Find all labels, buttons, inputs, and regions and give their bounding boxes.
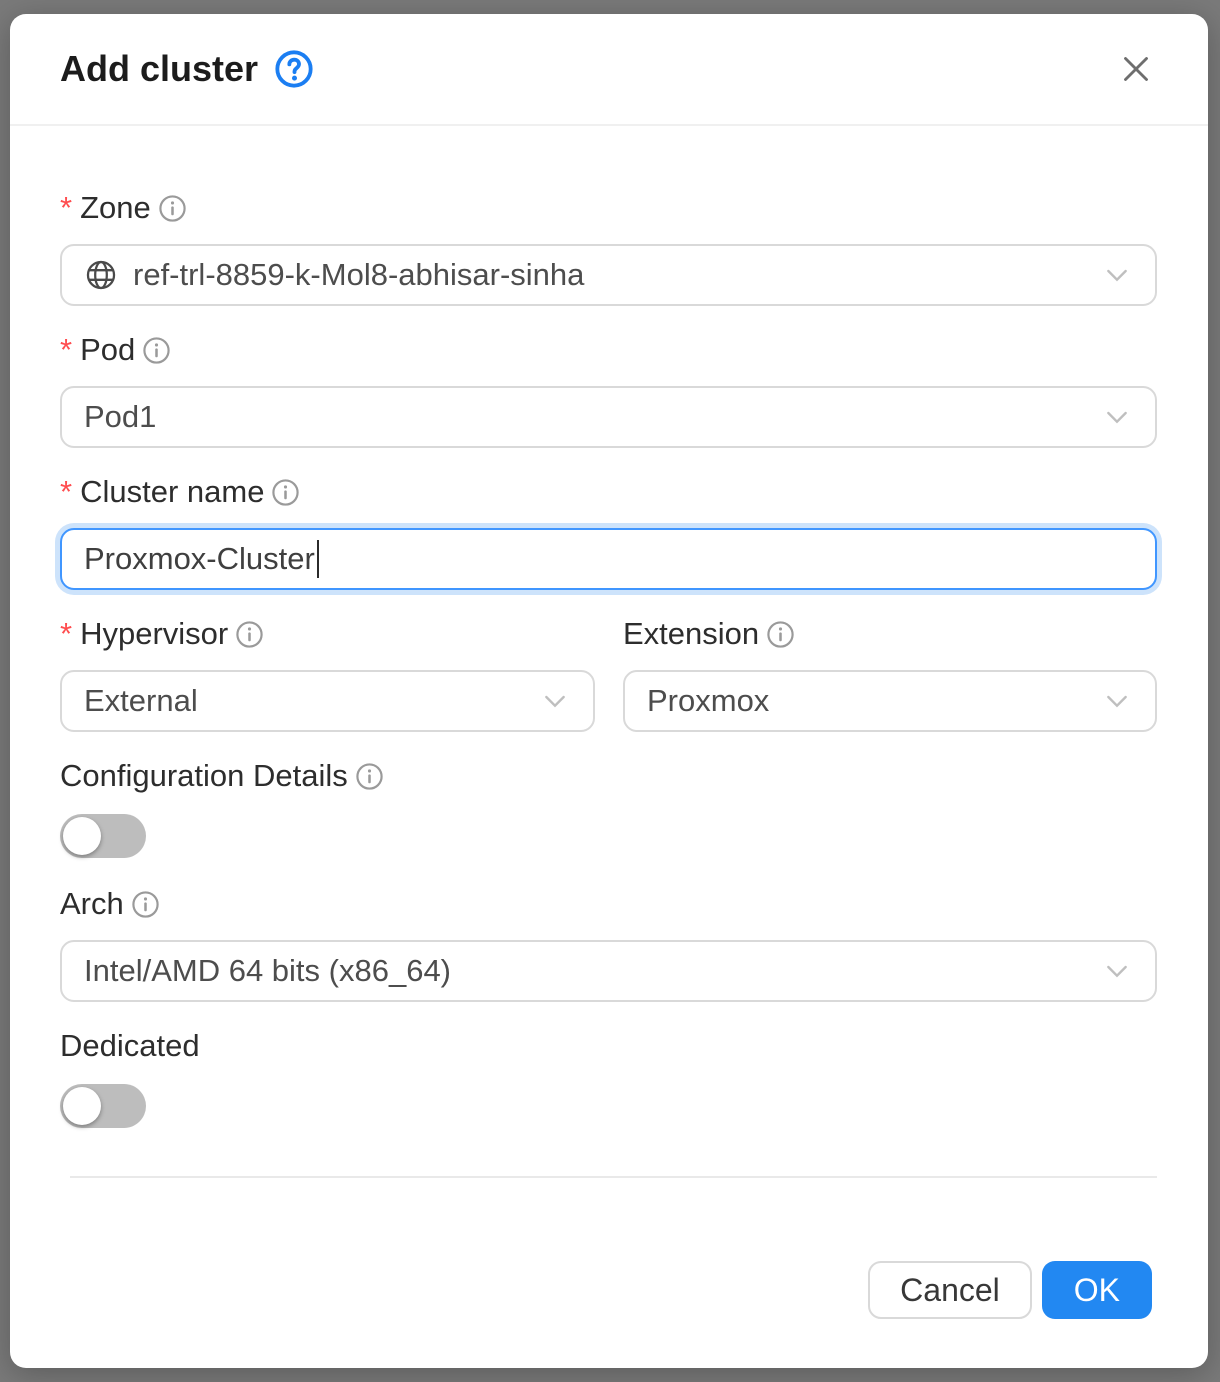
info-icon[interactable]: [235, 620, 264, 649]
cluster-name-label-row: * Cluster name: [60, 474, 1157, 510]
chevron-down-icon: [539, 685, 571, 717]
dedicated-toggle[interactable]: [60, 1084, 146, 1128]
globe-icon: [84, 258, 118, 292]
form-item-arch: Arch Intel/AMD 64 bits (x86_64): [60, 886, 1157, 1002]
toggle-knob: [63, 817, 101, 855]
pod-label-row: * Pod: [60, 332, 1157, 368]
configuration-details-label: Configuration Details: [60, 758, 348, 794]
cluster-name-input-value: Proxmox-Cluster: [84, 541, 315, 577]
cancel-button[interactable]: Cancel: [868, 1261, 1032, 1319]
pod-label: Pod: [80, 332, 135, 368]
hypervisor-label-row: * Hypervisor: [60, 616, 595, 652]
info-icon[interactable]: [158, 194, 187, 223]
hypervisor-extension-row: * Hypervisor External: [60, 616, 1157, 732]
info-icon[interactable]: [355, 762, 384, 791]
configuration-details-toggle[interactable]: [60, 814, 146, 858]
text-cursor: [317, 540, 319, 578]
zone-select[interactable]: ref-trl-8859-k-Mol8-abhisar-sinha: [60, 244, 1157, 306]
extension-label: Extension: [623, 616, 759, 652]
form-item-pod: * Pod Pod1: [60, 332, 1157, 448]
chevron-down-icon: [1101, 259, 1133, 291]
dedicated-label: Dedicated: [60, 1028, 200, 1064]
form-item-configuration-details: Configuration Details: [60, 758, 1157, 858]
form-item-hypervisor: * Hypervisor External: [60, 616, 595, 732]
info-icon[interactable]: [766, 620, 795, 649]
arch-select-value: Intel/AMD 64 bits (x86_64): [84, 953, 1089, 989]
toggle-knob: [63, 1087, 101, 1125]
extension-label-row: Extension: [623, 616, 1157, 652]
extension-select[interactable]: Proxmox: [623, 670, 1157, 732]
configuration-details-label-row: Configuration Details: [60, 758, 1157, 794]
help-question-icon[interactable]: [274, 49, 314, 89]
form-item-zone: * Zone ref-t: [60, 190, 1157, 306]
dedicated-label-row: Dedicated: [60, 1028, 1157, 1064]
modal-header: Add cluster: [10, 14, 1208, 126]
form-item-dedicated: Dedicated: [60, 1028, 1157, 1128]
modal-title-wrap: Add cluster: [60, 48, 314, 90]
modal-title: Add cluster: [60, 48, 258, 90]
pod-select-value: Pod1: [84, 399, 1089, 435]
hypervisor-select-value: External: [84, 683, 527, 719]
info-icon[interactable]: [271, 478, 300, 507]
hypervisor-select[interactable]: External: [60, 670, 595, 732]
arch-label-row: Arch: [60, 886, 1157, 922]
required-mark: *: [60, 332, 72, 368]
chevron-down-icon: [1101, 685, 1133, 717]
extension-select-value: Proxmox: [647, 683, 1089, 719]
close-icon[interactable]: [1114, 47, 1158, 91]
ok-button[interactable]: OK: [1042, 1261, 1152, 1319]
info-icon[interactable]: [142, 336, 171, 365]
required-mark: *: [60, 616, 72, 652]
arch-select[interactable]: Intel/AMD 64 bits (x86_64): [60, 940, 1157, 1002]
zone-select-value: ref-trl-8859-k-Mol8-abhisar-sinha: [133, 257, 1089, 293]
cluster-name-input[interactable]: Proxmox-Cluster: [60, 528, 1157, 590]
cluster-name-label: Cluster name: [80, 474, 264, 510]
pod-select[interactable]: Pod1: [60, 386, 1157, 448]
modal-footer: Cancel OK: [868, 1261, 1152, 1319]
required-mark: *: [60, 474, 72, 510]
required-mark: *: [60, 190, 72, 226]
chevron-down-icon: [1101, 955, 1133, 987]
form-item-cluster-name: * Cluster name Proxmox-Cluster: [60, 474, 1157, 590]
add-cluster-modal: Add cluster * Zone: [10, 14, 1208, 1368]
chevron-down-icon: [1101, 401, 1133, 433]
info-icon[interactable]: [131, 890, 160, 919]
zone-label: Zone: [80, 190, 151, 226]
zone-label-row: * Zone: [60, 190, 1157, 226]
form-item-extension: Extension Proxmox: [623, 616, 1157, 732]
add-cluster-form: * Zone ref-t: [10, 126, 1208, 1128]
arch-label: Arch: [60, 886, 124, 922]
hypervisor-label: Hypervisor: [80, 616, 228, 652]
footer-divider: [70, 1176, 1157, 1178]
